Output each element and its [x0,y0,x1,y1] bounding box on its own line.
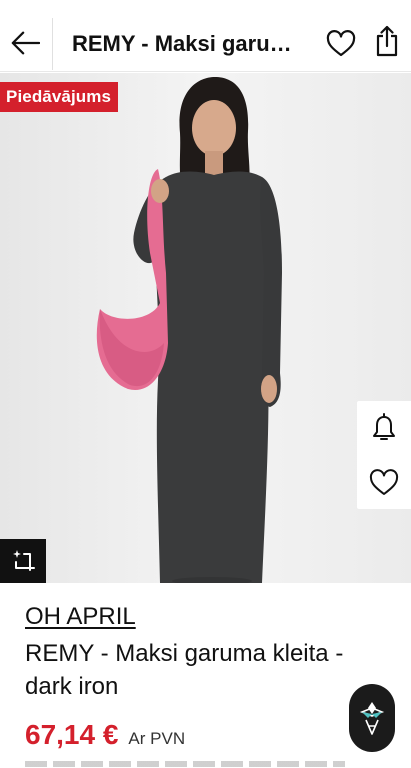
assistant-button[interactable] [349,684,395,752]
visual-search-button[interactable] [0,539,46,583]
wishlist-button[interactable] [369,467,399,497]
product-name: REMY - Maksi garuma kleita - dark iron [25,640,344,700]
share-icon [376,25,398,57]
vat-note: Ar PVN [128,729,186,748]
assistant-logo-icon [359,702,385,735]
page-title: REMY - Maksi garuma kleita - dark iron [72,31,310,56]
favorite-button[interactable] [326,28,356,58]
offer-badge: Piedāvājums [0,82,119,112]
share-button[interactable] [372,25,402,57]
heart-icon [369,468,399,495]
arrow-left-icon [11,31,40,55]
brand-link[interactable]: OH APRIL [25,603,136,631]
side-actions-panel [357,401,411,509]
price-alert-button[interactable] [369,413,399,443]
bell-icon [373,413,395,440]
price-row: 67,14 € Ar PVN [25,719,185,751]
price: 67,14 € [25,719,119,750]
back-button[interactable] [10,28,40,58]
product-photo [0,73,411,583]
header-divider [52,18,53,70]
heart-icon [326,29,356,56]
truncated-text-line [25,761,345,767]
top-bar: REMY - Maksi garuma kleita - dark iron [0,0,411,72]
product-image[interactable]: Piedāvājums [0,73,411,583]
sparkle-crop-icon [13,550,35,571]
